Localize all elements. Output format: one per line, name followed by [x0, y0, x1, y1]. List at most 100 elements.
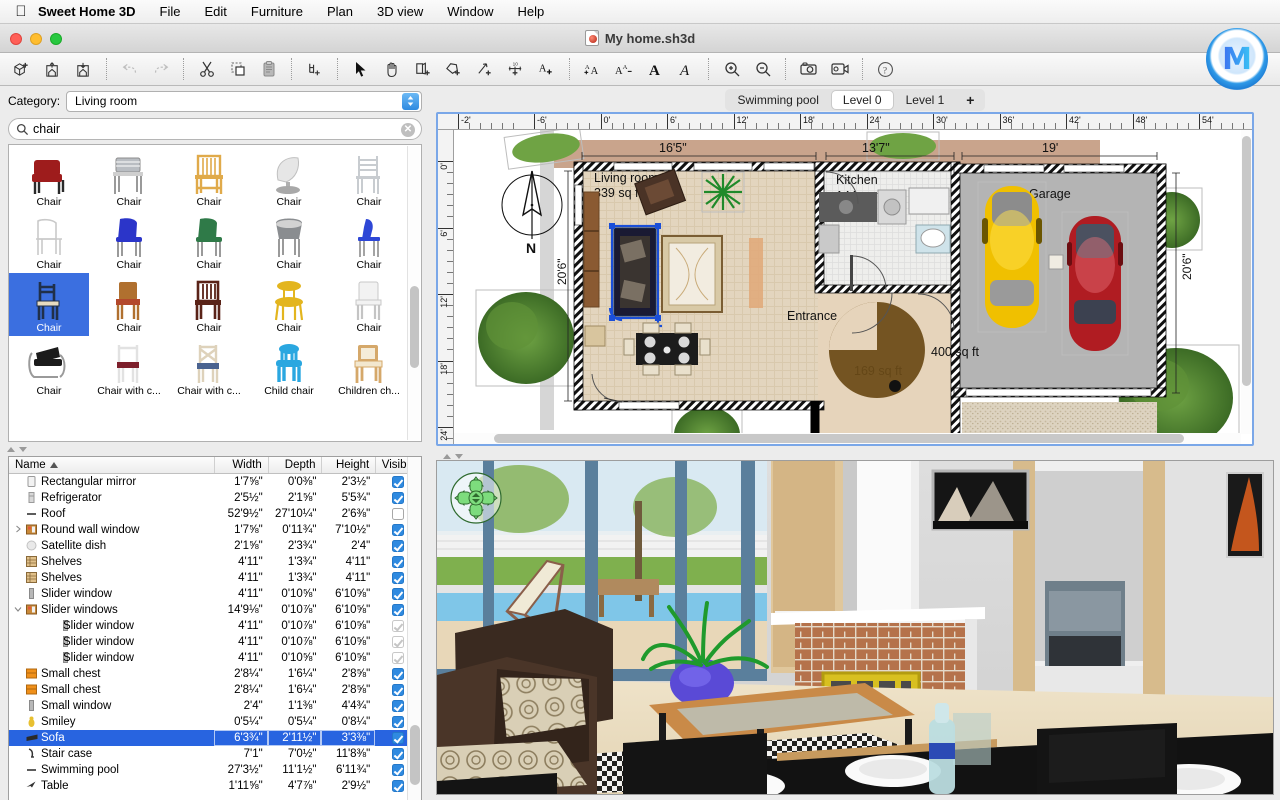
- catalog-item[interactable]: Chair: [249, 147, 329, 210]
- cut-button[interactable]: [191, 56, 222, 82]
- table-row[interactable]: Slider window4'11"0'10⅞"6'10⅝": [9, 634, 421, 650]
- tab-swimming-pool[interactable]: Swimming pool: [727, 91, 830, 109]
- table-row[interactable]: Slider window4'11"0'10⅝"6'10⅝": [9, 650, 421, 666]
- add-level-button[interactable]: +: [957, 92, 983, 108]
- catalog-item[interactable]: Chair: [89, 147, 169, 210]
- save-home-button[interactable]: [68, 56, 99, 82]
- copy-button[interactable]: [222, 56, 253, 82]
- increase-text-size-button[interactable]: AA: [577, 56, 608, 82]
- visible-checkbox[interactable]: [392, 780, 404, 792]
- visible-checkbox[interactable]: [392, 604, 404, 616]
- menu-help[interactable]: Help: [505, 0, 556, 24]
- visible-checkbox[interactable]: [392, 524, 404, 536]
- table-row[interactable]: Slider window4'11"0'10⅞"6'10⅝": [9, 618, 421, 634]
- tab-level-1[interactable]: Level 1: [895, 91, 956, 109]
- bold-button[interactable]: A: [639, 56, 670, 82]
- apple-logo-icon[interactable]: : [10, 5, 32, 19]
- plan-vscroll-thumb[interactable]: [1242, 136, 1251, 386]
- collapse-plan-icon[interactable]: [443, 454, 451, 459]
- catalog-item[interactable]: Chair: [9, 210, 89, 273]
- furniture-table-scroll-thumb[interactable]: [410, 725, 420, 785]
- plan-vertical-scrollbar[interactable]: [1241, 130, 1252, 434]
- table-row[interactable]: Roof52'9½"27'10¼"2'6⅜": [9, 506, 421, 522]
- create-rooms-button[interactable]: [438, 56, 469, 82]
- visible-checkbox[interactable]: [392, 476, 404, 488]
- plan-horizontal-scrollbar[interactable]: [454, 433, 1241, 444]
- expander-icon[interactable]: [13, 525, 23, 535]
- visible-checkbox[interactable]: [392, 732, 404, 744]
- create-video-button[interactable]: [824, 56, 855, 82]
- visible-checkbox[interactable]: [392, 764, 404, 776]
- catalog-item[interactable]: Chair: [249, 210, 329, 273]
- category-combobox[interactable]: Living room: [66, 91, 422, 112]
- catalog-item[interactable]: Chair: [329, 210, 409, 273]
- menu-edit[interactable]: Edit: [193, 0, 239, 24]
- new-home-button[interactable]: [6, 56, 37, 82]
- visible-checkbox[interactable]: [392, 588, 404, 600]
- open-home-button[interactable]: [37, 56, 68, 82]
- catalog-item[interactable]: Chair: [169, 147, 249, 210]
- help-button[interactable]: ?: [870, 56, 901, 82]
- italic-button[interactable]: A: [670, 56, 701, 82]
- furniture-list-table[interactable]: Name Width Depth Height Visible Rectangu…: [8, 456, 422, 800]
- visible-checkbox[interactable]: [392, 700, 404, 712]
- table-row[interactable]: Rectangular mirror1'7⅝"0'0⅜"2'3½": [9, 474, 421, 490]
- menu-file[interactable]: File: [148, 0, 193, 24]
- minimize-window-button[interactable]: [30, 33, 42, 45]
- catalog-item[interactable]: Child chair: [249, 336, 329, 399]
- collapse-3d-icon[interactable]: [455, 454, 463, 459]
- visible-checkbox[interactable]: [392, 508, 404, 520]
- menu-app-name[interactable]: Sweet Home 3D: [32, 0, 148, 24]
- table-row[interactable]: Sofa6'3¾"2'11½"3'3⅜": [9, 730, 421, 746]
- plan-hscroll-thumb[interactable]: [494, 434, 1184, 443]
- chevron-updown-icon[interactable]: [402, 93, 419, 110]
- create-dimensions-button[interactable]: 10: [500, 56, 531, 82]
- undo-button[interactable]: [114, 56, 145, 82]
- catalog-item[interactable]: Chair: [249, 273, 329, 336]
- visible-checkbox[interactable]: [392, 652, 404, 664]
- decrease-text-size-button[interactable]: AA: [608, 56, 639, 82]
- catalog-item[interactable]: Chair: [169, 273, 249, 336]
- catalog-scrollbar[interactable]: [407, 146, 420, 440]
- catalog-item[interactable]: Chair with c...: [169, 336, 249, 399]
- visible-checkbox[interactable]: [392, 620, 404, 632]
- zoom-out-button[interactable]: [747, 56, 778, 82]
- table-row[interactable]: Swimming pool27'3½"11'1½"6'11¾": [9, 762, 421, 778]
- 3d-view[interactable]: [436, 460, 1274, 795]
- select-tool-button[interactable]: [345, 56, 376, 82]
- plan-drawing[interactable]: N: [454, 130, 1252, 444]
- table-row[interactable]: Refrigerator2'5½"2'1⅝"5'5¾": [9, 490, 421, 506]
- catalog-item[interactable]: Chair: [9, 336, 89, 399]
- table-row[interactable]: Small chest2'8¼"1'6¼"2'8⅝": [9, 666, 421, 682]
- create-walls-button[interactable]: [407, 56, 438, 82]
- create-photo-button[interactable]: [793, 56, 824, 82]
- catalog-item[interactable]: Chair with c...: [89, 336, 169, 399]
- menu-furniture[interactable]: Furniture: [239, 0, 315, 24]
- catalog-item[interactable]: Chair: [9, 147, 89, 210]
- table-row[interactable]: Small chest2'8¼"1'6¼"2'8⅝": [9, 682, 421, 698]
- search-input[interactable]: chair ✕: [8, 118, 422, 140]
- table-row[interactable]: Shelves4'11"1'3¾"4'11": [9, 570, 421, 586]
- furniture-catalog-grid[interactable]: ChairChairChairChairChairChairChairChair…: [8, 144, 422, 442]
- catalog-item[interactable]: Chair: [9, 273, 89, 336]
- table-row[interactable]: Table1'11⅝"4'7⅞"2'9½": [9, 778, 421, 794]
- visible-checkbox[interactable]: [392, 668, 404, 680]
- plan-view[interactable]: 0'6'12'18'24' -2'-6'0'6'12'18'24'30'36'4…: [436, 112, 1254, 446]
- visible-checkbox[interactable]: [392, 492, 404, 504]
- catalog-item[interactable]: Chair: [329, 147, 409, 210]
- close-window-button[interactable]: [10, 33, 22, 45]
- table-row[interactable]: Shelves4'11"1'3¾"4'11": [9, 554, 421, 570]
- furniture-table-scrollbar[interactable]: [407, 457, 421, 800]
- table-row[interactable]: Stair case7'1"7'0½"11'8⅜": [9, 746, 421, 762]
- sort-ascending-icon[interactable]: [7, 447, 15, 452]
- maximize-window-button[interactable]: [50, 33, 62, 45]
- zoom-in-button[interactable]: [716, 56, 747, 82]
- navigation-pad-icon[interactable]: [449, 471, 503, 525]
- visible-checkbox[interactable]: [392, 684, 404, 696]
- column-header-name[interactable]: Name: [9, 457, 214, 473]
- menu-3d-view[interactable]: 3D view: [365, 0, 435, 24]
- expander-icon[interactable]: [13, 605, 23, 615]
- filter-icon[interactable]: [19, 447, 27, 452]
- catalog-item[interactable]: Children ch...: [329, 336, 409, 399]
- visible-checkbox[interactable]: [392, 636, 404, 648]
